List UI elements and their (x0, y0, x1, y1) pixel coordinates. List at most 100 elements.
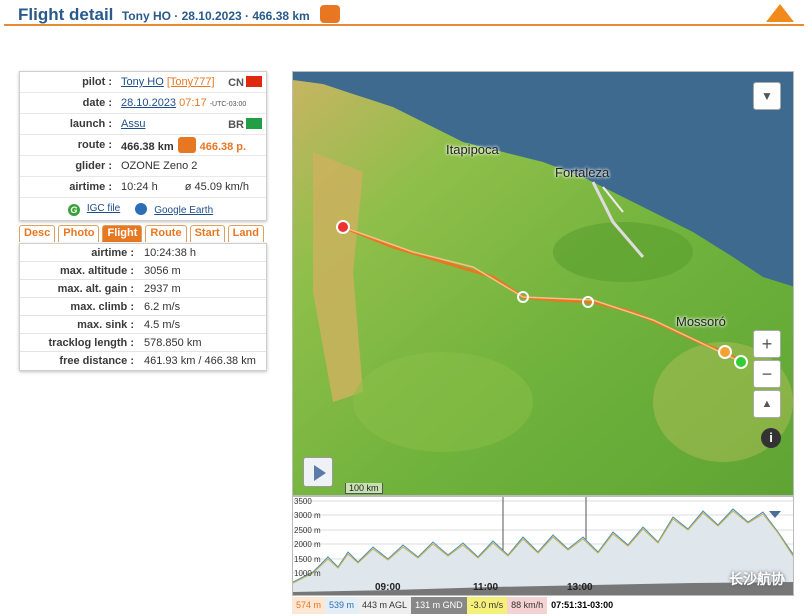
page: Flight detail Tony HO · 28.10.2023 · 466… (0, 0, 812, 616)
airtime-text: 10:24 h (121, 181, 158, 193)
x-tick-label: 09:00 (375, 582, 401, 593)
pilot-label: pilot : (82, 76, 112, 88)
tab-photo[interactable]: Photo (58, 225, 100, 242)
igc-file-icon: G (67, 203, 80, 216)
y-tick-label: 2500 m (294, 526, 321, 535)
google-earth-link[interactable]: Google Earth (154, 205, 213, 216)
google-earth-icon (135, 202, 148, 215)
stat-value: 3056 m (144, 264, 181, 277)
stat-row-free-distance: free distance : 461.93 km / 466.38 km (20, 352, 266, 370)
compass-icon: ▲ (761, 398, 773, 410)
stat-label: tracklog length : (48, 336, 134, 349)
launch-country: BR (228, 118, 262, 131)
readout-alt-msl: 574 m (292, 597, 326, 614)
pilot-handle-link[interactable]: [Tony777] (167, 76, 215, 88)
stat-label: max. alt. gain : (57, 282, 134, 295)
brazil-flag-icon (246, 118, 262, 129)
glider-label: glider : (75, 160, 112, 172)
igc-file-link[interactable]: IGC file (87, 203, 120, 214)
stat-value: 4.5 m/s (144, 318, 181, 331)
flight-wave-icon[interactable] (320, 5, 341, 23)
track-readout-bar: 574 m 539 m 443 m AGL 131 m GND -3.0 m/s… (292, 597, 794, 614)
launch-row: launch : Assu BR (20, 114, 266, 135)
compass-button[interactable]: ▲ (753, 390, 781, 418)
y-tick-label: 3500 (294, 497, 312, 506)
tab-flight[interactable]: Flight (102, 225, 143, 242)
launch-label: launch : (69, 118, 112, 130)
y-tick-label: 1500 m (294, 555, 321, 564)
timezone: -UTC-03:00 (209, 101, 247, 108)
x-tick-label: 13:00 (567, 582, 593, 593)
chevron-down-icon: ▼ (761, 89, 773, 103)
pilot-country-code: CN (228, 77, 244, 89)
download-links: G IGC file Google Earth (20, 198, 266, 220)
play-button[interactable] (303, 457, 333, 487)
city-label-itapipoca: Itapipoca (446, 142, 499, 157)
flight-info-panel: pilot : Tony HO [Tony777] CN date : 28.1… (19, 71, 267, 221)
altitude-graph[interactable]: 3500 3000 m 2500 m 2000 m 1500 m 1000 m … (292, 496, 794, 596)
watermark: 长沙航协 (729, 571, 785, 587)
city-label-mossoro: Mossoró (676, 314, 726, 329)
zoom-out-button[interactable]: − (753, 360, 781, 388)
pilot-value: Tony HO [Tony777] CN (116, 76, 266, 89)
page-subtitle: Tony HO · 28.10.2023 · 466.38 km (121, 9, 310, 23)
header-rule (4, 24, 804, 26)
airtime-label: airtime : (69, 181, 112, 193)
stat-label: max. sink : (77, 318, 134, 331)
launch-link[interactable]: Assu (121, 118, 145, 130)
x-tick-label: 11:00 (473, 582, 499, 593)
avg-speed: ø 45.09 km/h (184, 181, 249, 193)
route-wave-icon[interactable] (177, 137, 196, 153)
stat-value: 6.2 m/s (144, 300, 181, 313)
pilot-row: pilot : Tony HO [Tony777] CN (20, 72, 266, 93)
stat-row-tracklog-length: tracklog length : 578.850 km (20, 334, 266, 352)
route-row: route : 466.38 km 466.38 p. (20, 135, 266, 156)
stat-label: max. climb : (70, 300, 134, 313)
tab-desc[interactable]: Desc (19, 225, 56, 242)
route-value: 466.38 km 466.38 p. (116, 137, 266, 153)
glider-value: OZONE Zeno 2 (121, 160, 198, 172)
stat-value: 2937 m (144, 282, 181, 295)
pilot-country: CN (228, 76, 262, 89)
map-scale: 100 km (345, 483, 383, 494)
graph-options-chevron-icon[interactable] (769, 511, 781, 518)
stat-row-airtime: airtime : 10:24:38 h (20, 244, 266, 262)
tab-land[interactable]: Land (227, 225, 264, 242)
route-km: 466.38 km (121, 141, 174, 153)
airtime-value: 10:24 h ø 45.09 km/h (116, 181, 266, 193)
stat-row-max-alt-gain: max. alt. gain : 2937 m (20, 280, 266, 298)
google-earth-link-wrap[interactable]: Google Earth (135, 202, 218, 216)
stat-row-max-climb: max. climb : 6.2 m/s (20, 298, 266, 316)
stat-value: 578.850 km (144, 336, 202, 349)
readout-alt-gps: 539 m (325, 597, 359, 614)
title-wrap: Flight detail Tony HO · 28.10.2023 · 466… (18, 5, 341, 25)
airtime-row: airtime : 10:24 h ø 45.09 km/h (20, 177, 266, 198)
map-layers-dropdown[interactable]: ▼ (753, 82, 781, 110)
flight-stats-panel: airtime : 10:24:38 h max. altitude : 3056 … (19, 243, 267, 371)
header: Flight detail Tony HO · 28.10.2023 · 466… (0, 0, 812, 30)
date-link[interactable]: 28.10.2023 (121, 97, 176, 109)
igc-file-link-wrap[interactable]: G IGC file (67, 203, 125, 216)
china-flag-icon (246, 76, 262, 87)
pilot-name-link[interactable]: Tony HO (121, 76, 164, 88)
flight-map[interactable]: Itapipoca Fortaleza Mossoró ▼ + − ▲ i 10… (292, 71, 794, 496)
y-tick-label: 1000 m (294, 569, 321, 578)
tab-start[interactable]: Start (189, 225, 225, 242)
stat-row-max-altitude: max. altitude : 3056 m (20, 262, 266, 280)
route-points: 466.38 p. (199, 141, 247, 153)
launch-country-code: BR (228, 119, 244, 131)
readout-vario: -3.0 m/s (466, 597, 508, 614)
logo-icon (766, 4, 794, 22)
altitude-plot (293, 497, 793, 595)
detail-tabs: Desc Photo Flight Route Start Land (19, 225, 269, 243)
stat-value: 10:24:38 h (144, 246, 196, 259)
info-button[interactable]: i (761, 428, 781, 448)
date-label: date : (82, 97, 112, 109)
y-tick-label: 3000 m (294, 511, 321, 520)
y-tick-label: 2000 m (294, 540, 321, 549)
stat-value: 461.93 km / 466.38 km (144, 355, 256, 367)
route-label: route : (77, 139, 112, 151)
date-value: 28.10.2023 07:17 -UTC-03:00 (116, 97, 266, 109)
zoom-in-button[interactable]: + (753, 330, 781, 358)
tab-route[interactable]: Route (145, 225, 187, 242)
